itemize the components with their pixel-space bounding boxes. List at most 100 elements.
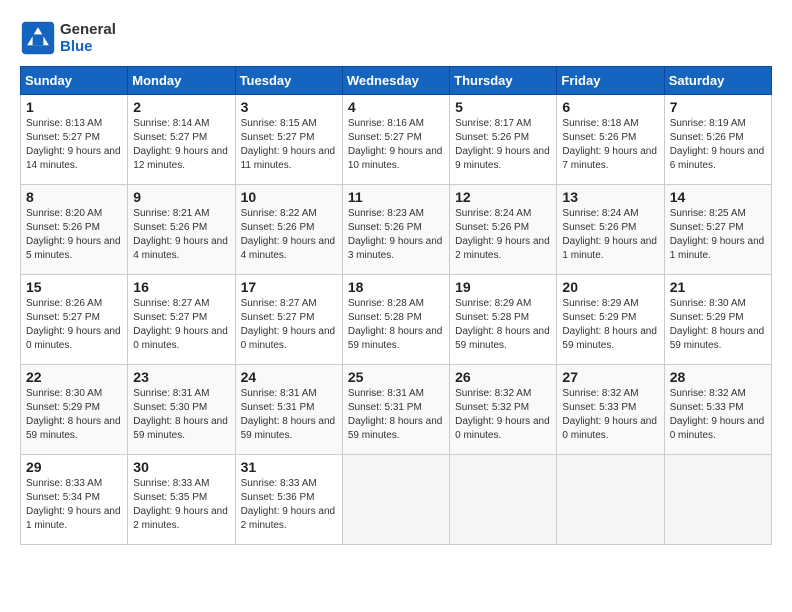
day-info: Sunrise: 8:29 AM Sunset: 5:28 PM Dayligh… [455, 297, 551, 353]
calendar-cell [450, 455, 557, 545]
day-info: Sunrise: 8:25 AM Sunset: 5:27 PM Dayligh… [670, 207, 766, 263]
day-number: 29 [26, 459, 122, 475]
day-info: Sunrise: 8:27 AM Sunset: 5:27 PM Dayligh… [133, 297, 229, 353]
day-info: Sunrise: 8:32 AM Sunset: 5:33 PM Dayligh… [670, 387, 766, 443]
calendar-cell: 10 Sunrise: 8:22 AM Sunset: 5:26 PM Dayl… [235, 185, 342, 275]
day-info: Sunrise: 8:14 AM Sunset: 5:27 PM Dayligh… [133, 117, 229, 173]
day-header-saturday: Saturday [664, 67, 771, 95]
calendar-cell: 31 Sunrise: 8:33 AM Sunset: 5:36 PM Dayl… [235, 455, 342, 545]
day-number: 21 [670, 279, 766, 295]
day-header-sunday: Sunday [21, 67, 128, 95]
day-number: 19 [455, 279, 551, 295]
day-number: 9 [133, 189, 229, 205]
calendar-cell: 16 Sunrise: 8:27 AM Sunset: 5:27 PM Dayl… [128, 275, 235, 365]
day-info: Sunrise: 8:24 AM Sunset: 5:26 PM Dayligh… [455, 207, 551, 263]
day-info: Sunrise: 8:33 AM Sunset: 5:35 PM Dayligh… [133, 477, 229, 533]
day-number: 3 [241, 99, 337, 115]
calendar-cell: 15 Sunrise: 8:26 AM Sunset: 5:27 PM Dayl… [21, 275, 128, 365]
day-info: Sunrise: 8:30 AM Sunset: 5:29 PM Dayligh… [670, 297, 766, 353]
day-number: 24 [241, 369, 337, 385]
day-info: Sunrise: 8:17 AM Sunset: 5:26 PM Dayligh… [455, 117, 551, 173]
day-info: Sunrise: 8:22 AM Sunset: 5:26 PM Dayligh… [241, 207, 337, 263]
calendar-week-3: 15 Sunrise: 8:26 AM Sunset: 5:27 PM Dayl… [21, 275, 772, 365]
day-number: 15 [26, 279, 122, 295]
calendar-cell: 18 Sunrise: 8:28 AM Sunset: 5:28 PM Dayl… [342, 275, 449, 365]
day-info: Sunrise: 8:30 AM Sunset: 5:29 PM Dayligh… [26, 387, 122, 443]
calendar-cell: 13 Sunrise: 8:24 AM Sunset: 5:26 PM Dayl… [557, 185, 664, 275]
day-number: 17 [241, 279, 337, 295]
calendar-header-row: SundayMondayTuesdayWednesdayThursdayFrid… [21, 67, 772, 95]
day-number: 14 [670, 189, 766, 205]
day-header-thursday: Thursday [450, 67, 557, 95]
day-header-wednesday: Wednesday [342, 67, 449, 95]
day-number: 12 [455, 189, 551, 205]
day-info: Sunrise: 8:16 AM Sunset: 5:27 PM Dayligh… [348, 117, 444, 173]
calendar-week-5: 29 Sunrise: 8:33 AM Sunset: 5:34 PM Dayl… [21, 455, 772, 545]
day-header-tuesday: Tuesday [235, 67, 342, 95]
calendar-body: 1 Sunrise: 8:13 AM Sunset: 5:27 PM Dayli… [21, 95, 772, 545]
day-number: 10 [241, 189, 337, 205]
calendar-cell: 20 Sunrise: 8:29 AM Sunset: 5:29 PM Dayl… [557, 275, 664, 365]
day-info: Sunrise: 8:33 AM Sunset: 5:34 PM Dayligh… [26, 477, 122, 533]
day-info: Sunrise: 8:33 AM Sunset: 5:36 PM Dayligh… [241, 477, 337, 533]
calendar-cell: 4 Sunrise: 8:16 AM Sunset: 5:27 PM Dayli… [342, 95, 449, 185]
day-number: 26 [455, 369, 551, 385]
calendar-cell: 27 Sunrise: 8:32 AM Sunset: 5:33 PM Dayl… [557, 365, 664, 455]
calendar-cell: 26 Sunrise: 8:32 AM Sunset: 5:32 PM Dayl… [450, 365, 557, 455]
day-number: 8 [26, 189, 122, 205]
day-info: Sunrise: 8:31 AM Sunset: 5:31 PM Dayligh… [348, 387, 444, 443]
day-info: Sunrise: 8:18 AM Sunset: 5:26 PM Dayligh… [562, 117, 658, 173]
calendar-cell: 9 Sunrise: 8:21 AM Sunset: 5:26 PM Dayli… [128, 185, 235, 275]
day-number: 2 [133, 99, 229, 115]
day-info: Sunrise: 8:15 AM Sunset: 5:27 PM Dayligh… [241, 117, 337, 173]
day-number: 13 [562, 189, 658, 205]
day-info: Sunrise: 8:24 AM Sunset: 5:26 PM Dayligh… [562, 207, 658, 263]
calendar-cell: 1 Sunrise: 8:13 AM Sunset: 5:27 PM Dayli… [21, 95, 128, 185]
calendar-cell: 21 Sunrise: 8:30 AM Sunset: 5:29 PM Dayl… [664, 275, 771, 365]
calendar-cell: 14 Sunrise: 8:25 AM Sunset: 5:27 PM Dayl… [664, 185, 771, 275]
calendar-cell: 2 Sunrise: 8:14 AM Sunset: 5:27 PM Dayli… [128, 95, 235, 185]
day-number: 25 [348, 369, 444, 385]
day-info: Sunrise: 8:20 AM Sunset: 5:26 PM Dayligh… [26, 207, 122, 263]
day-number: 16 [133, 279, 229, 295]
calendar-cell: 28 Sunrise: 8:32 AM Sunset: 5:33 PM Dayl… [664, 365, 771, 455]
day-number: 5 [455, 99, 551, 115]
day-info: Sunrise: 8:32 AM Sunset: 5:32 PM Dayligh… [455, 387, 551, 443]
day-info: Sunrise: 8:13 AM Sunset: 5:27 PM Dayligh… [26, 117, 122, 173]
calendar-cell: 17 Sunrise: 8:27 AM Sunset: 5:27 PM Dayl… [235, 275, 342, 365]
day-number: 22 [26, 369, 122, 385]
page-header: General Blue [20, 20, 772, 56]
calendar-cell: 24 Sunrise: 8:31 AM Sunset: 5:31 PM Dayl… [235, 365, 342, 455]
day-header-friday: Friday [557, 67, 664, 95]
calendar-week-2: 8 Sunrise: 8:20 AM Sunset: 5:26 PM Dayli… [21, 185, 772, 275]
day-info: Sunrise: 8:23 AM Sunset: 5:26 PM Dayligh… [348, 207, 444, 263]
calendar-cell: 5 Sunrise: 8:17 AM Sunset: 5:26 PM Dayli… [450, 95, 557, 185]
calendar-cell: 29 Sunrise: 8:33 AM Sunset: 5:34 PM Dayl… [21, 455, 128, 545]
logo: General Blue [20, 20, 116, 56]
calendar-cell [664, 455, 771, 545]
day-number: 7 [670, 99, 766, 115]
day-info: Sunrise: 8:19 AM Sunset: 5:26 PM Dayligh… [670, 117, 766, 173]
calendar-cell: 25 Sunrise: 8:31 AM Sunset: 5:31 PM Dayl… [342, 365, 449, 455]
day-number: 30 [133, 459, 229, 475]
day-info: Sunrise: 8:27 AM Sunset: 5:27 PM Dayligh… [241, 297, 337, 353]
logo-icon [20, 20, 56, 56]
day-info: Sunrise: 8:26 AM Sunset: 5:27 PM Dayligh… [26, 297, 122, 353]
day-number: 18 [348, 279, 444, 295]
calendar-cell: 8 Sunrise: 8:20 AM Sunset: 5:26 PM Dayli… [21, 185, 128, 275]
calendar-table: SundayMondayTuesdayWednesdayThursdayFrid… [20, 66, 772, 545]
calendar-cell: 19 Sunrise: 8:29 AM Sunset: 5:28 PM Dayl… [450, 275, 557, 365]
day-info: Sunrise: 8:28 AM Sunset: 5:28 PM Dayligh… [348, 297, 444, 353]
day-number: 28 [670, 369, 766, 385]
day-info: Sunrise: 8:21 AM Sunset: 5:26 PM Dayligh… [133, 207, 229, 263]
calendar-week-4: 22 Sunrise: 8:30 AM Sunset: 5:29 PM Dayl… [21, 365, 772, 455]
calendar-cell: 12 Sunrise: 8:24 AM Sunset: 5:26 PM Dayl… [450, 185, 557, 275]
calendar-cell: 3 Sunrise: 8:15 AM Sunset: 5:27 PM Dayli… [235, 95, 342, 185]
day-number: 23 [133, 369, 229, 385]
calendar-cell [342, 455, 449, 545]
calendar-cell: 6 Sunrise: 8:18 AM Sunset: 5:26 PM Dayli… [557, 95, 664, 185]
calendar-cell: 7 Sunrise: 8:19 AM Sunset: 5:26 PM Dayli… [664, 95, 771, 185]
calendar-cell: 30 Sunrise: 8:33 AM Sunset: 5:35 PM Dayl… [128, 455, 235, 545]
calendar-cell: 11 Sunrise: 8:23 AM Sunset: 5:26 PM Dayl… [342, 185, 449, 275]
day-number: 31 [241, 459, 337, 475]
